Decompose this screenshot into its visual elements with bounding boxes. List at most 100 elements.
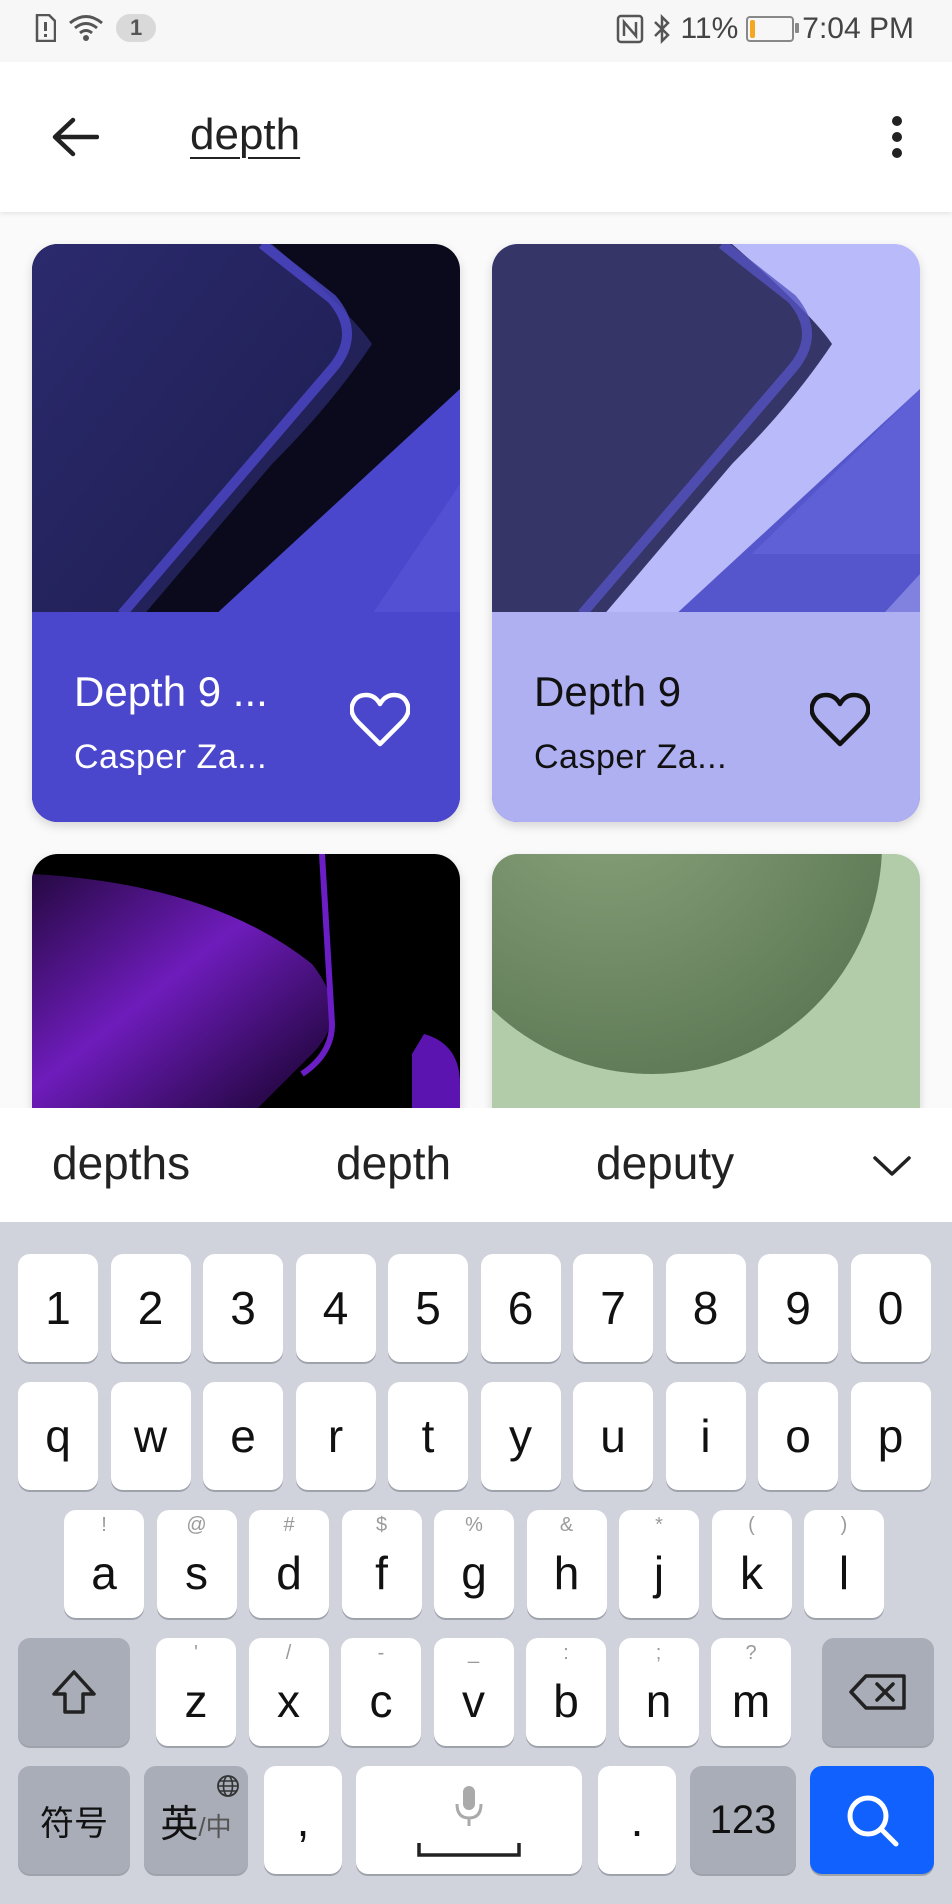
key-u[interactable]: u	[573, 1382, 653, 1490]
bluetooth-icon	[654, 14, 671, 44]
suggestion-item[interactable]: depths	[52, 1136, 190, 1190]
key-v[interactable]: _ v	[433, 1638, 514, 1746]
shift-key[interactable]	[18, 1638, 130, 1746]
key-4[interactable]: 4	[295, 1254, 376, 1362]
key-3[interactable]: 3	[203, 1254, 283, 1362]
battery-percent: 11%	[680, 12, 739, 45]
key-6[interactable]: 6	[480, 1254, 561, 1362]
key-secondary-label: :	[563, 1642, 569, 1664]
key-t[interactable]: t	[388, 1382, 468, 1490]
key-primary-label: m	[731, 1675, 771, 1727]
language-switch-key[interactable]: 英/中	[144, 1766, 248, 1874]
card-meta: Depth 9 ... Casper Za...	[32, 612, 460, 822]
key-c[interactable]: -c	[341, 1638, 421, 1746]
key-secondary-label: -	[377, 1642, 385, 1664]
back-button[interactable]	[40, 102, 110, 172]
key-l[interactable]: ) l	[804, 1510, 884, 1618]
key-r[interactable]: r	[295, 1382, 376, 1490]
key-primary-label: a	[91, 1547, 117, 1599]
battery-fill	[750, 20, 756, 38]
key-secondary-label: $	[375, 1514, 388, 1536]
key-2[interactable]: 2	[110, 1254, 191, 1362]
card-meta: Depth 9 Casper Za...	[492, 612, 920, 822]
key-i[interactable]: i	[665, 1382, 746, 1490]
key-primary-label: j	[653, 1547, 665, 1599]
key-secondary-label: /	[285, 1642, 292, 1664]
search-query-text[interactable]: depth	[190, 110, 300, 160]
battery-icon	[746, 16, 800, 42]
key-primary-label: l	[838, 1547, 850, 1599]
wifi-icon	[69, 15, 103, 41]
key-k[interactable]: (k	[711, 1510, 792, 1618]
key-s[interactable]: @ s	[156, 1510, 237, 1618]
search-key[interactable]	[810, 1766, 934, 1874]
period-key[interactable]: .	[598, 1766, 676, 1874]
key-d[interactable]: # d	[249, 1510, 329, 1618]
language-alt-label: /中	[198, 1811, 232, 1842]
key-primary-label: c	[369, 1675, 393, 1727]
key-1[interactable]: 1	[18, 1254, 98, 1362]
key-j[interactable]: * j	[619, 1510, 699, 1618]
search-app-bar: depth	[0, 62, 952, 212]
backspace-key[interactable]	[822, 1638, 934, 1746]
key-m[interactable]: ? m	[711, 1638, 791, 1746]
card-title: Depth 9 ...	[74, 668, 268, 715]
key-secondary-label: ;	[655, 1642, 662, 1664]
key-y[interactable]: y	[480, 1382, 561, 1490]
key-0[interactable]: 0	[850, 1254, 931, 1362]
key-h[interactable]: & h	[526, 1510, 607, 1618]
more-vert-icon	[892, 116, 902, 158]
wallpaper-card[interactable]: Depth 9 Casper Za...	[492, 244, 920, 822]
space-bar-icon	[417, 1843, 521, 1857]
key-g[interactable]: % g	[434, 1510, 514, 1618]
key-p[interactable]: p	[850, 1382, 931, 1490]
key-primary-label: v	[462, 1675, 485, 1727]
nfc-icon	[617, 14, 644, 44]
key-secondary-label: )	[840, 1514, 848, 1536]
key-b[interactable]: :b	[526, 1638, 606, 1746]
key-primary-label: z	[184, 1675, 208, 1727]
expand-suggestions-button[interactable]	[862, 1136, 922, 1196]
key-primary-label: n	[645, 1675, 672, 1727]
key-primary-label: b	[553, 1675, 579, 1727]
card-title: Depth 9	[534, 668, 682, 715]
keyboard-suggestion-bar: depths depth deputy	[0, 1108, 952, 1222]
key-secondary-label: #	[283, 1514, 295, 1536]
key-w[interactable]: w	[110, 1382, 191, 1490]
key-8[interactable]: 8	[665, 1254, 746, 1362]
status-bar: 1 11% 7:04 PM	[0, 0, 952, 62]
search-icon	[847, 1795, 899, 1847]
key-secondary-label: _	[467, 1642, 480, 1664]
numbers-key[interactable]: 123	[690, 1766, 796, 1874]
key-7[interactable]: 7	[573, 1254, 653, 1362]
heart-outline-icon[interactable]	[810, 692, 870, 748]
more-options-button[interactable]	[862, 102, 932, 172]
key-primary-label: f	[375, 1547, 388, 1599]
key-secondary-label: '	[194, 1642, 198, 1664]
card-author: Casper Za...	[534, 738, 728, 776]
microphone-icon	[455, 1786, 483, 1826]
symbols-key[interactable]: 符号	[18, 1766, 130, 1874]
key-e[interactable]: e	[203, 1382, 283, 1490]
suggestion-item[interactable]: deputy	[596, 1136, 734, 1190]
comma-key[interactable]: ,	[264, 1766, 342, 1874]
key-9[interactable]: 9	[758, 1254, 838, 1362]
key-a[interactable]: ! a	[64, 1510, 144, 1618]
wallpaper-card[interactable]: Depth 9 ... Casper Za...	[32, 244, 460, 822]
shift-icon	[52, 1670, 96, 1714]
key-primary-label: k	[740, 1547, 763, 1599]
heart-outline-icon[interactable]	[350, 692, 410, 748]
key-x[interactable]: / x	[248, 1638, 329, 1746]
key-z[interactable]: ' z	[156, 1638, 236, 1746]
sim-alert-icon	[35, 14, 56, 42]
key-5[interactable]: 5	[388, 1254, 468, 1362]
key-q[interactable]: q	[18, 1382, 98, 1490]
key-o[interactable]: o	[758, 1382, 838, 1490]
space-key[interactable]	[356, 1766, 582, 1874]
suggestion-item[interactable]: depth	[336, 1136, 451, 1190]
key-secondary-label: *	[655, 1514, 663, 1536]
key-primary-label: s	[185, 1547, 208, 1599]
key-f[interactable]: $ f	[341, 1510, 422, 1618]
key-n[interactable]: ; n	[618, 1638, 699, 1746]
arrow-left-icon	[52, 117, 99, 157]
